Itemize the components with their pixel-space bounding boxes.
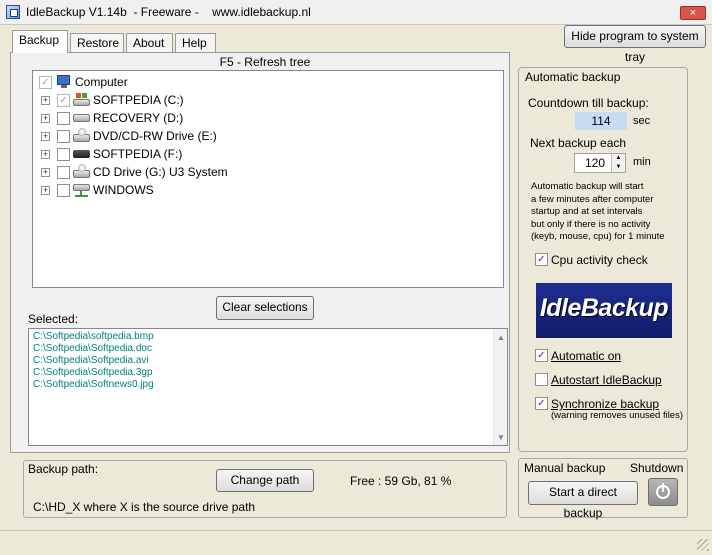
shutdown-button[interactable]	[648, 478, 678, 506]
tab-restore[interactable]: Restore	[70, 33, 124, 52]
cd-drive-icon	[73, 164, 90, 178]
seconds-unit: sec	[633, 115, 651, 127]
removable-drive-icon	[73, 150, 90, 163]
tree-item-f-drive[interactable]: + SOFTPEDIA (F:)	[39, 145, 499, 163]
tree-item-windows[interactable]: + WINDOWS	[39, 181, 499, 199]
hide-to-tray-button[interactable]: Hide program to system tray	[564, 25, 706, 64]
cpu-activity-checkbox[interactable]: ✓	[535, 253, 548, 267]
tree-item-label: WINDOWS	[93, 183, 154, 197]
manual-backup-title: Manual backup	[524, 461, 606, 475]
checkbox-computer[interactable]: ✓	[39, 76, 52, 89]
tree-item-label: SOFTPEDIA (F:)	[93, 147, 183, 161]
autostart-label: Autostart IdleBackup	[551, 373, 662, 387]
tree-item-label: DVD/CD-RW Drive (E:)	[93, 129, 217, 143]
cpu-activity-check[interactable]: ✓ Cpu activity check	[535, 253, 648, 267]
hard-drive-icon	[73, 114, 90, 122]
expand-icon[interactable]: +	[41, 186, 50, 195]
next-backup-label: Next backup each	[530, 136, 627, 150]
autostart-checkbox[interactable]	[535, 373, 548, 387]
selected-label: Selected:	[28, 312, 79, 326]
free-space-text: Free : 59 Gb, 81 %	[350, 474, 452, 488]
spin-down-icon[interactable]: ▼	[611, 163, 625, 172]
tree-item-label: RECOVERY (D:)	[93, 111, 184, 125]
drive-tree[interactable]: ✓ Computer + ✓ SOFTPEDIA (C:) + RECOVERY…	[32, 70, 504, 288]
windows-drive-icon	[73, 93, 90, 106]
resize-grip[interactable]	[697, 539, 709, 551]
list-item: C:\Softpedia\Softpedia.3gp	[33, 367, 153, 378]
minutes-unit: min	[633, 156, 651, 168]
backup-path-title: Backup path:	[28, 462, 99, 476]
scroll-down-icon[interactable]: ▼	[497, 433, 505, 442]
list-item: C:\Softpedia\softpedia.bmp	[33, 331, 154, 342]
automatic-on-checkbox[interactable]: ✓	[535, 349, 548, 363]
logo-text: IdleBackup	[539, 294, 669, 322]
tree-item-label: Computer	[75, 75, 128, 89]
automatic-on-label: Automatic on	[551, 349, 622, 363]
tree-item-d-drive[interactable]: + RECOVERY (D:)	[39, 109, 499, 127]
checkbox-g-drive[interactable]	[57, 166, 70, 179]
synchronize-warning: (warning removes unused files)	[551, 410, 684, 421]
synchronize-label: Synchronize backup	[551, 397, 660, 411]
checkbox-d-drive[interactable]	[57, 112, 70, 125]
list-item: C:\Softpedia\Softnews0.jpg	[33, 379, 154, 390]
cpu-activity-label: Cpu activity check	[551, 253, 648, 267]
tree-item-label: CD Drive (G:) U3 System	[93, 165, 228, 179]
idlebackup-logo: IdleBackup	[536, 283, 672, 338]
start-direct-backup-button[interactable]: Start a direct backup	[528, 481, 638, 520]
backup-path-hint: C:\HD_X where X is the source drive path	[33, 500, 256, 514]
status-bar	[0, 530, 712, 555]
window-title: IdleBackup V1.14b - Freeware - www.idleb…	[26, 5, 311, 19]
close-button[interactable]: ×	[680, 6, 706, 20]
tab-backup[interactable]: Backup	[12, 30, 68, 53]
checkbox-windows[interactable]	[57, 184, 70, 197]
list-item: C:\Softpedia\Softpedia.doc	[33, 343, 152, 354]
refresh-hint: F5 - Refresh tree	[219, 55, 311, 69]
vertical-scrollbar[interactable]: ▲ ▼	[493, 329, 507, 445]
expand-icon[interactable]: +	[41, 168, 50, 177]
shutdown-label: Shutdown	[630, 461, 684, 475]
interval-value[interactable]: 120	[579, 156, 605, 170]
interval-spinner[interactable]: 120 ▲ ▼	[574, 153, 626, 173]
app-icon	[6, 5, 20, 19]
countdown-label: Countdown till backup:	[528, 96, 649, 110]
tree-item-g-drive[interactable]: + CD Drive (G:) U3 System	[39, 163, 499, 181]
power-icon-bar	[662, 483, 664, 492]
automatic-backup-description: Automatic backup will start a few minute…	[531, 181, 665, 242]
checkbox-f-drive[interactable]	[57, 148, 70, 161]
tree-item-c-drive[interactable]: + ✓ SOFTPEDIA (C:)	[39, 91, 499, 109]
synchronize-checkbox[interactable]: ✓	[535, 397, 548, 411]
list-item: C:\Softpedia\Softpedia.avi	[33, 355, 149, 366]
expand-icon[interactable]: +	[41, 150, 50, 159]
automatic-backup-title: Automatic backup	[525, 70, 621, 84]
checkbox-e-drive[interactable]	[57, 130, 70, 143]
automatic-on-check[interactable]: ✓ Automatic on	[535, 349, 621, 363]
change-path-button[interactable]: Change path	[216, 469, 314, 492]
expand-icon[interactable]: +	[41, 114, 50, 123]
autostart-check[interactable]: Autostart IdleBackup	[535, 373, 662, 387]
scroll-up-icon[interactable]: ▲	[497, 333, 505, 342]
title-bar: IdleBackup V1.14b - Freeware - www.idleb…	[0, 0, 712, 25]
selected-files-list[interactable]: C:\Softpedia\softpedia.bmp C:\Softpedia\…	[28, 328, 508, 446]
cd-drive-icon	[73, 128, 90, 142]
countdown-field: 114	[575, 112, 627, 130]
spin-up-icon[interactable]: ▲	[611, 154, 625, 163]
tree-item-e-drive[interactable]: + DVD/CD-RW Drive (E:)	[39, 127, 499, 145]
tree-item-label: SOFTPEDIA (C:)	[93, 93, 184, 107]
tab-help[interactable]: Help	[175, 33, 216, 52]
expand-icon[interactable]: +	[41, 132, 50, 141]
tab-about[interactable]: About	[126, 33, 173, 52]
computer-icon	[55, 75, 72, 88]
expand-icon[interactable]: +	[41, 96, 50, 105]
clear-selections-button[interactable]: Clear selections	[216, 296, 314, 320]
checkbox-c-drive[interactable]: ✓	[57, 94, 70, 107]
network-drive-icon	[73, 183, 90, 197]
